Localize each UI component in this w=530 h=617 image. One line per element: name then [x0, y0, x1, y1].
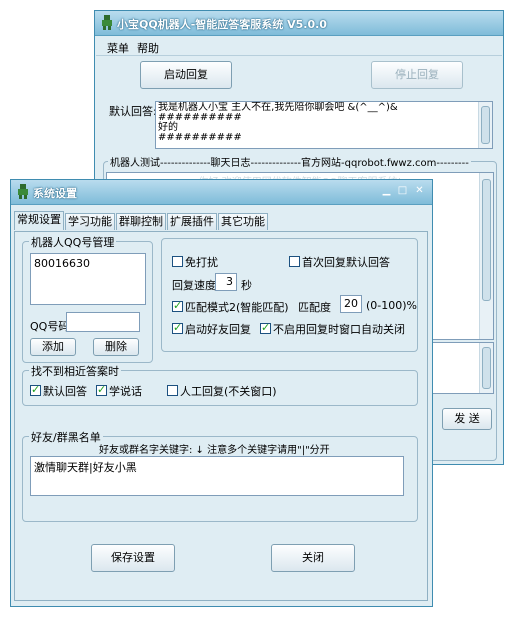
blacklist-group: 好友/群黑名单 好友或群名字关键字: ↓ 注意多个关键字请用"|"分开 激情聊天…	[22, 429, 418, 522]
save-settings-button[interactable]: 保存设置	[91, 544, 175, 572]
robot-icon	[102, 15, 112, 30]
menu-item-menu[interactable]: 菜单	[107, 40, 129, 56]
auto-friend-reply-checkbox[interactable]	[172, 321, 183, 334]
tab-learning[interactable]: 学习功能	[65, 213, 115, 230]
menu-item-help[interactable]: 帮助	[137, 40, 159, 56]
menu-divider	[96, 55, 502, 56]
default-reply-line: ##########	[158, 132, 242, 143]
send-button[interactable]: 发 送	[442, 408, 492, 430]
start-reply-button[interactable]: 启动回复	[140, 61, 232, 89]
minimize-icon[interactable]: ▁	[380, 185, 393, 198]
not-found-group: 找不到相近答案时 默认回答 学说话 人工回复(不关窗口)	[22, 363, 418, 406]
tab-plugins[interactable]: 扩展插件	[167, 213, 217, 230]
default-reply-label: 默认回答:	[109, 105, 157, 118]
stop-reply-button[interactable]: 停止回复	[371, 61, 463, 89]
match-degree-input[interactable]: 20	[340, 295, 362, 313]
default-reply-textarea[interactable]: 我是机器人小宝 主人不在,我先陪你聊会吧 &(^__^)& ##########…	[155, 101, 493, 149]
learn-speak-checkbox[interactable]	[96, 383, 107, 396]
reply-speed-input[interactable]: 3	[215, 273, 237, 291]
scroll-thumb	[482, 347, 491, 389]
no-disturb-checkbox[interactable]	[172, 256, 183, 267]
no-auto-close-label: 不启用回复时窗口自动关闭	[273, 323, 405, 336]
default-reply-scrollbar[interactable]	[478, 102, 492, 148]
no-disturb-label: 免打扰	[185, 256, 218, 269]
default-answer-label: 默认回答	[43, 385, 87, 398]
close-button[interactable]: 关闭	[271, 544, 355, 572]
blacklist-title: 好友/群黑名单	[29, 429, 103, 445]
scroll-thumb	[481, 106, 490, 144]
seconds-label: 秒	[241, 279, 252, 292]
first-reply-default-label: 首次回复默认回答	[302, 256, 390, 269]
scroll-thumb	[482, 179, 491, 301]
blacklist-value: 激情聊天群|好友小黑	[34, 461, 137, 474]
blacklist-hint: 好友或群名字关键字: ↓ 注意多个关键字请用"|"分开	[99, 445, 330, 456]
match-mode-checkbox[interactable]	[172, 299, 183, 312]
tab-general[interactable]: 常规设置	[14, 211, 64, 230]
tab-other[interactable]: 其它功能	[218, 213, 268, 230]
qq-code-input[interactable]	[66, 312, 140, 332]
delete-button[interactable]: 删除	[93, 338, 139, 356]
match-mode-label: 匹配模式2(智能匹配)	[185, 301, 289, 314]
settings-window: 系统设置 ▁ □ ✕ 常规设置 学习功能 群聊控制 扩展插件 其它功能 机器人Q…	[10, 179, 433, 607]
auto-friend-reply-label: 启动好友回复	[185, 323, 251, 336]
no-auto-close-checkbox[interactable]	[260, 321, 271, 334]
main-window-title: 小宝QQ机器人-智能应答客服系统 V5.0.0	[117, 18, 327, 31]
settings-titlebar[interactable]: 系统设置 ▁ □ ✕	[11, 180, 432, 205]
qq-manage-title: 机器人QQ号管理	[29, 234, 117, 250]
add-button[interactable]: 添加	[30, 338, 76, 356]
tab-group-control[interactable]: 群聊控制	[116, 213, 166, 230]
not-found-title: 找不到相近答案时	[29, 363, 121, 379]
match-degree-range: (0-100)%	[366, 299, 417, 312]
message-scrollbar[interactable]	[479, 343, 493, 393]
manual-reply-checkbox[interactable]	[167, 385, 178, 396]
main-titlebar[interactable]: 小宝QQ机器人-智能应答客服系统 V5.0.0	[95, 11, 503, 36]
reply-speed-label: 回复速度	[172, 279, 216, 292]
settings-title: 系统设置	[33, 187, 77, 200]
qq-manage-group: 机器人QQ号管理 80016630 QQ号码: 添加 删除	[22, 234, 153, 363]
manual-reply-label: 人工回复(不关窗口)	[180, 385, 277, 398]
maximize-icon[interactable]: □	[396, 185, 409, 198]
reply-options-group: 免打扰 首次回复默认回答 回复速度 3 秒 匹配模式2(智能匹配) 匹配度 20…	[161, 238, 418, 352]
blacklist-input[interactable]: 激情聊天群|好友小黑	[30, 456, 404, 496]
chat-log-scrollbar[interactable]	[479, 173, 493, 339]
close-icon[interactable]: ✕	[413, 185, 426, 198]
qq-list-item[interactable]: 80016630	[34, 257, 142, 270]
first-reply-default-checkbox[interactable]	[289, 256, 300, 267]
default-reply-line: ##########	[158, 112, 242, 123]
robot-icon	[18, 184, 28, 199]
default-answer-checkbox[interactable]	[30, 383, 41, 396]
chat-log-header: 机器人测试--------------聊天日志--------------官方网…	[108, 154, 471, 169]
match-degree-label: 匹配度	[298, 301, 331, 314]
qq-list[interactable]: 80016630	[30, 253, 146, 305]
tab-strip: 常规设置 学习功能 群聊控制 扩展插件 其它功能	[14, 211, 428, 231]
learn-speak-label: 学说话	[109, 385, 142, 398]
